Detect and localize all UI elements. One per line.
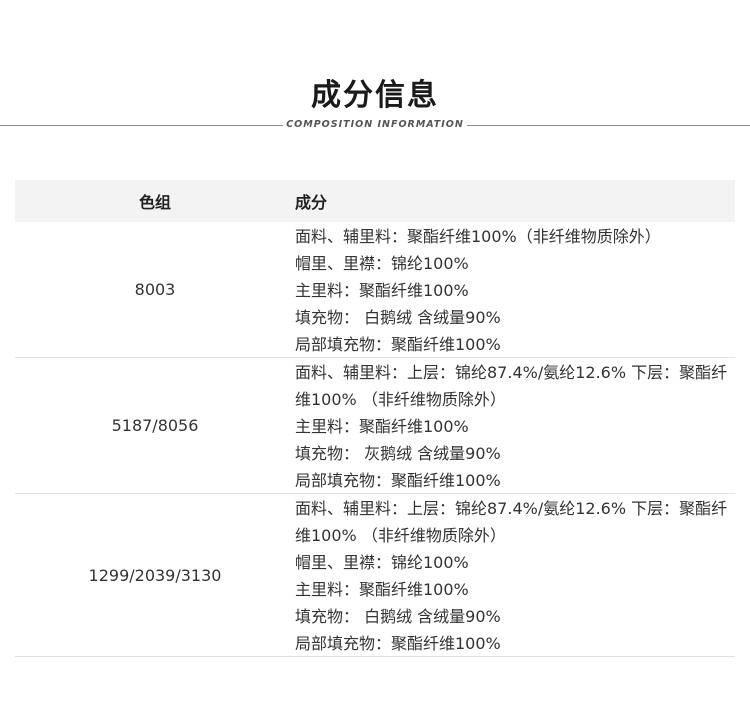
composition-line: 面料、辅里料：聚酯纤维100%（非纤维物质除外） [295, 227, 661, 246]
composition-line: 主里料：聚酯纤维100% [295, 281, 469, 300]
page-title: 成分信息 [311, 78, 439, 113]
table-row: 8003 面料、辅里料：聚酯纤维100%（非纤维物质除外） 帽里、里襟：锦纶10… [15, 222, 735, 358]
composition-line: 填充物： 灰鹅绒 含绒量90% [295, 444, 501, 463]
composition-cell: 面料、辅里料：聚酯纤维100%（非纤维物质除外） 帽里、里襟：锦纶100% 主里… [295, 222, 735, 357]
title-divider-left [0, 125, 283, 126]
composition-line: 面料、辅里料：上层：锦纶87.4%/氨纶12.6% 下层：聚酯纤维100% （非… [295, 499, 728, 545]
color-group-cell: 8003 [134, 280, 176, 299]
table-header: 色组 成分 [15, 180, 735, 222]
composition-line: 主里料：聚酯纤维100% [295, 417, 469, 436]
composition-cell: 面料、辅里料：上层：锦纶87.4%/氨纶12.6% 下层：聚酯纤维100% （非… [295, 494, 735, 656]
composition-cell: 面料、辅里料：上层：锦纶87.4%/氨纶12.6% 下层：聚酯纤维100% （非… [295, 358, 735, 493]
composition-line: 局部填充物：聚酯纤维100% [295, 471, 501, 490]
composition-table: 色组 成分 8003 面料、辅里料：聚酯纤维100%（非纤维物质除外） 帽里、里… [15, 180, 735, 657]
composition-line: 局部填充物：聚酯纤维100% [295, 335, 501, 354]
page-subtitle: COMPOSITION INFORMATION [286, 119, 464, 130]
composition-line: 填充物： 白鹅绒 含绒量90% [295, 308, 501, 327]
color-group-cell: 1299/2039/3130 [88, 565, 222, 585]
table-row: 1299/2039/3130 面料、辅里料：上层：锦纶87.4%/氨纶12.6%… [15, 494, 735, 657]
composition-line: 帽里、里襟：锦纶100% [295, 553, 469, 572]
composition-line: 面料、辅里料：上层：锦纶87.4%/氨纶12.6% 下层：聚酯纤维100% （非… [295, 363, 728, 409]
column-header-color-group: 色组 [138, 193, 171, 212]
composition-line: 帽里、里襟：锦纶100% [295, 254, 469, 273]
composition-line: 局部填充物：聚酯纤维100% [295, 634, 501, 653]
table-row: 5187/8056 面料、辅里料：上层：锦纶87.4%/氨纶12.6% 下层：聚… [15, 358, 735, 494]
composition-line: 填充物： 白鹅绒 含绒量90% [295, 607, 501, 626]
color-group-cell: 5187/8056 [111, 416, 199, 435]
composition-line: 主里料：聚酯纤维100% [295, 580, 469, 599]
column-header-composition: 成分 [295, 193, 328, 212]
title-divider-right [467, 125, 750, 126]
